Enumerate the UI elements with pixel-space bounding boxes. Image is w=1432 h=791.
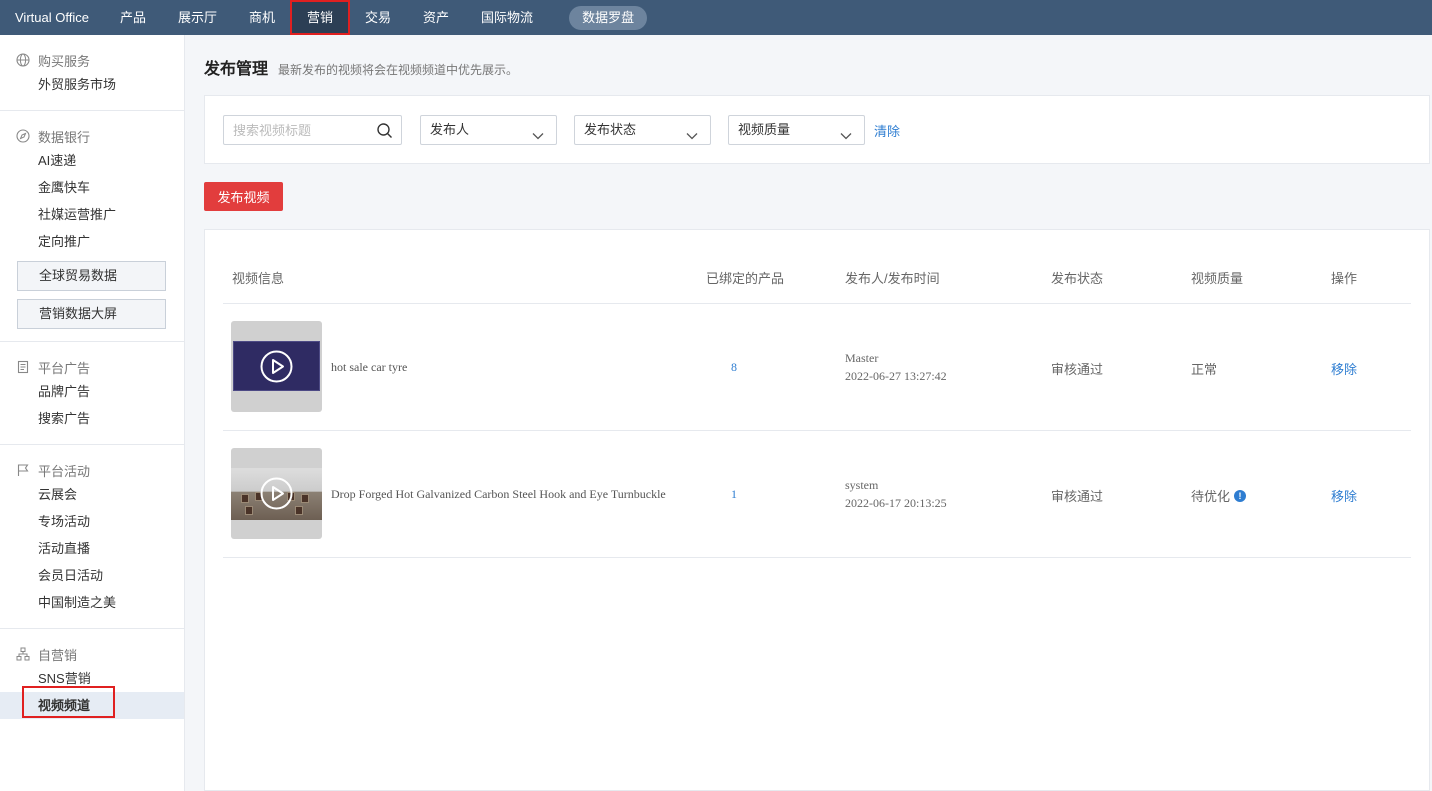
filter-bar: 发布人 发布状态 视频质量 清除 <box>204 95 1430 164</box>
publisher-select-label: 发布人 <box>430 122 470 137</box>
publisher-name: Master <box>845 351 879 365</box>
nav-item-logistics[interactable]: 国际物流 <box>465 0 549 35</box>
video-title: Drop Forged Hot Galvanized Carbon Steel … <box>331 487 666 501</box>
column-header: 操作 <box>1331 271 1358 286</box>
sidebar-group-self-marketing: 自营销 SNS营销 视频频道 <box>0 629 184 731</box>
sidebar-group-title: 数据银行 <box>38 129 91 145</box>
main-content: 发布管理 最新发布的视频将会在视频频道中优先展示。 发布人 发布状态 视频质量 … <box>185 35 1432 791</box>
bound-products-link[interactable]: 8 <box>731 360 737 375</box>
column-header: 发布人/发布时间 <box>845 271 940 286</box>
clear-filters-link[interactable]: 清除 <box>874 121 900 140</box>
data-compass-button[interactable]: 数据罗盘 <box>569 5 648 30</box>
publish-status: 审核通过 <box>1051 489 1104 504</box>
sitemap-icon <box>16 647 30 661</box>
play-icon[interactable] <box>260 477 293 510</box>
publish-status: 审核通过 <box>1051 362 1104 377</box>
sidebar-item-member-day[interactable]: 会员日活动 <box>0 562 184 589</box>
flag-icon <box>16 463 30 477</box>
nav-item-products[interactable]: 产品 <box>104 0 162 35</box>
nav-item-marketing[interactable]: 营销 <box>289 0 351 35</box>
globe-icon <box>16 53 30 67</box>
remove-link[interactable]: 移除 <box>1331 486 1357 505</box>
nav-item-trade[interactable]: 交易 <box>349 0 407 35</box>
sidebar-group-title: 自营销 <box>38 647 78 663</box>
marketing-dashboard-button[interactable]: 营销数据大屏 <box>17 299 166 329</box>
sidebar-item-brand-ads[interactable]: 品牌广告 <box>0 378 184 405</box>
publisher-select[interactable]: 发布人 <box>420 115 557 145</box>
table-header: 视频信息 已绑定的产品 发布人/发布时间 发布状态 视频质量 操作 <box>223 230 1411 304</box>
sidebar-group-title: 平台广告 <box>38 360 91 376</box>
sidebar-group-title: 购买服务 <box>38 53 91 69</box>
status-select-label: 发布状态 <box>584 122 637 137</box>
remove-link[interactable]: 移除 <box>1331 359 1357 378</box>
status-select[interactable]: 发布状态 <box>574 115 711 145</box>
search-box <box>223 115 402 145</box>
sidebar-group-purchase: 购买服务 外贸服务市场 <box>0 35 184 111</box>
publish-time: 2022-06-17 20:13:25 <box>845 496 947 510</box>
global-trade-data-button[interactable]: 全球贸易数据 <box>17 261 166 291</box>
video-quality-label: 待优化 <box>1191 489 1231 504</box>
sidebar-group-ads: 平台广告 品牌广告 搜索广告 <box>0 342 184 445</box>
chevron-down-icon <box>532 124 544 140</box>
column-header: 视频信息 <box>232 271 285 286</box>
sidebar-group-title: 平台活动 <box>38 463 91 479</box>
video-table: 视频信息 已绑定的产品 发布人/发布时间 发布状态 视频质量 操作 hot sa… <box>204 229 1430 791</box>
video-quality: 正常 <box>1191 362 1218 377</box>
video-thumbnail[interactable] <box>231 448 322 539</box>
sidebar-item-ai-express[interactable]: AI速递 <box>0 147 184 174</box>
nav-item-assets[interactable]: 资产 <box>407 0 465 35</box>
table-row: hot sale car tyre 8 Master 2022-06-27 13… <box>223 304 1411 431</box>
page-subtitle: 最新发布的视频将会在视频频道中优先展示。 <box>278 63 519 77</box>
sidebar-item-golden-eagle[interactable]: 金鹰快车 <box>0 174 184 201</box>
publisher-name: system <box>845 478 879 492</box>
publish-video-button[interactable]: 发布视频 <box>204 182 283 211</box>
document-icon <box>16 360 30 374</box>
compass-icon <box>16 129 30 143</box>
sidebar-group-activities: 平台活动 云展会 专场活动 活动直播 会员日活动 中国制造之美 <box>0 445 184 629</box>
table-row: Drop Forged Hot Galvanized Carbon Steel … <box>223 431 1411 558</box>
sidebar-item-special-events[interactable]: 专场活动 <box>0 508 184 535</box>
quality-select[interactable]: 视频质量 <box>728 115 865 145</box>
column-header: 发布状态 <box>1051 271 1104 286</box>
play-icon[interactable] <box>260 350 293 383</box>
sidebar: 购买服务 外贸服务市场 数据银行 AI速递 金鹰快车 社媒运营推广 定向推广 全… <box>0 35 185 791</box>
publish-time: 2022-06-27 13:27:42 <box>845 369 947 383</box>
sidebar-item-social-media[interactable]: 社媒运营推广 <box>0 201 184 228</box>
bound-products-link[interactable]: 1 <box>731 487 737 502</box>
nav-item-opportunities[interactable]: 商机 <box>233 0 291 35</box>
brand-link[interactable]: Virtual Office <box>0 0 104 35</box>
sidebar-item-video-channel[interactable]: 视频频道 <box>0 686 184 719</box>
sidebar-item-targeted-promo[interactable]: 定向推广 <box>0 228 184 255</box>
chevron-down-icon <box>840 124 852 140</box>
column-header: 已绑定的产品 <box>706 271 785 286</box>
sidebar-item-service-market[interactable]: 外贸服务市场 <box>0 71 184 98</box>
sidebar-group-databank: 数据银行 AI速递 金鹰快车 社媒运营推广 定向推广 全球贸易数据 营销数据大屏 <box>0 111 184 342</box>
sidebar-item-made-in-china[interactable]: 中国制造之美 <box>0 589 184 616</box>
sidebar-item-live-stream[interactable]: 活动直播 <box>0 535 184 562</box>
search-input[interactable] <box>224 116 364 144</box>
video-thumbnail[interactable] <box>231 321 322 412</box>
quality-select-label: 视频质量 <box>738 122 791 137</box>
chevron-down-icon <box>686 124 698 140</box>
info-icon[interactable]: ! <box>1234 489 1247 502</box>
search-icon[interactable] <box>376 122 393 139</box>
page-title: 发布管理 <box>204 61 269 78</box>
video-quality: 待优化 ! <box>1191 486 1247 505</box>
sidebar-item-search-ads[interactable]: 搜索广告 <box>0 405 184 432</box>
nav-item-showroom[interactable]: 展示厅 <box>162 0 233 35</box>
sidebar-item-cloud-expo[interactable]: 云展会 <box>0 481 184 508</box>
video-title: hot sale car tyre <box>331 360 408 374</box>
column-header: 视频质量 <box>1191 271 1244 286</box>
top-navigation: Virtual Office 产品 展示厅 商机 营销 交易 资产 国际物流 数… <box>0 0 1432 35</box>
